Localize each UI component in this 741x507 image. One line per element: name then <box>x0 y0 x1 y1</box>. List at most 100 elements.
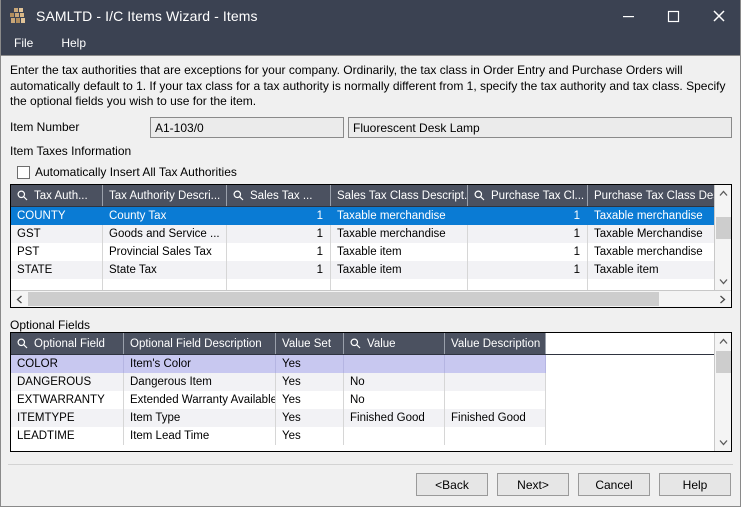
column-header-label: Value Set <box>282 337 332 350</box>
table-row[interactable]: PST Provincial Sales Tax 1 Taxable item … <box>11 243 731 261</box>
cancel-button[interactable]: Cancel <box>578 473 650 496</box>
cell-optional-field-description[interactable]: Item's Color <box>124 355 276 373</box>
cell-sales-tax-class[interactable]: 1 <box>227 207 331 225</box>
column-header-purchase-tax-class-description[interactable]: Purchase Tax Class Des... <box>588 185 715 206</box>
cell-value[interactable]: Finished Good <box>344 409 445 427</box>
tax-grid-vertical-scrollbar[interactable] <box>714 185 731 290</box>
cell-optional-field-description[interactable]: Extended Warranty Available <box>124 391 276 409</box>
table-row[interactable]: STATE State Tax 1 Taxable item 1 Taxable… <box>11 261 731 279</box>
cell-tax-authority-description[interactable]: Goods and Service ... <box>103 225 227 243</box>
table-row[interactable]: DANGEROUS Dangerous Item Yes No <box>11 373 731 391</box>
cell-tax-authority-description[interactable]: State Tax <box>103 261 227 279</box>
cell-value-description[interactable] <box>445 355 546 373</box>
tax-grid-horizontal-scrollbar[interactable] <box>11 290 731 307</box>
chevron-up-icon[interactable] <box>715 333 731 350</box>
cell-value[interactable]: No <box>344 373 445 391</box>
column-header-filler <box>546 333 716 354</box>
auto-insert-tax-authorities-row[interactable]: Automatically Insert All Tax Authorities <box>12 165 237 179</box>
chevron-down-icon[interactable] <box>715 273 731 290</box>
auto-insert-checkbox[interactable] <box>17 165 30 179</box>
cell-sales-tax-class[interactable]: 1 <box>227 261 331 279</box>
chevron-up-icon[interactable] <box>715 185 731 202</box>
column-header-optional-field-description[interactable]: Optional Field Description <box>124 333 276 354</box>
table-row[interactable]: EXTWARRANTY Extended Warranty Available … <box>11 391 731 409</box>
cell-sales-tax-class-description[interactable]: Taxable merchandise <box>331 225 468 243</box>
chevron-down-icon[interactable] <box>715 434 731 451</box>
cell-value-set[interactable]: Yes <box>276 355 344 373</box>
cell-sales-tax-class-description[interactable]: Taxable item <box>331 261 468 279</box>
column-header-optional-field[interactable]: Optional Field <box>11 333 124 354</box>
column-header-purchase-tax-class[interactable]: Purchase Tax Cl... <box>468 185 588 206</box>
back-button[interactable]: <Back <box>416 473 488 496</box>
menu-file[interactable]: File <box>12 34 45 53</box>
table-row[interactable]: COUNTY County Tax 1 Taxable merchandise … <box>11 207 731 225</box>
cell-value-set[interactable]: Yes <box>276 409 344 427</box>
cell-purchase-tax-class-description[interactable]: Taxable merchandise <box>588 243 715 261</box>
table-row[interactable]: GST Goods and Service ... 1 Taxable merc… <box>11 225 731 243</box>
column-header-sales-tax-class-description[interactable]: Sales Tax Class Descript... <box>331 185 468 206</box>
cell-purchase-tax-class-description[interactable]: Taxable item <box>588 261 715 279</box>
cell-purchase-tax-class[interactable]: 1 <box>468 243 588 261</box>
cell-tax-authority-description[interactable]: Provincial Sales Tax <box>103 243 227 261</box>
cell-purchase-tax-class[interactable]: 1 <box>468 225 588 243</box>
cell-value-set[interactable]: Yes <box>276 427 344 445</box>
cell-value-description[interactable] <box>445 391 546 409</box>
column-header-value-set[interactable]: Value Set <box>276 333 344 354</box>
cell-value[interactable] <box>344 427 445 445</box>
cell-tax-authority[interactable]: COUNTY <box>11 207 103 225</box>
cell-value-description[interactable]: Finished Good <box>445 409 546 427</box>
search-icon <box>350 338 361 349</box>
item-description-field[interactable]: Fluorescent Desk Lamp <box>348 117 732 138</box>
chevron-left-icon[interactable] <box>11 291 28 307</box>
cell-purchase-tax-class[interactable]: 1 <box>468 261 588 279</box>
cell-optional-field-description[interactable]: Dangerous Item <box>124 373 276 391</box>
cell-tax-authority[interactable]: GST <box>11 225 103 243</box>
chevron-right-icon[interactable] <box>714 291 731 307</box>
cell-purchase-tax-class[interactable]: 1 <box>468 207 588 225</box>
cell-optional-field[interactable]: ITEMTYPE <box>11 409 124 427</box>
cell-value-set[interactable]: Yes <box>276 373 344 391</box>
tax-grid-scroll-thumb[interactable] <box>716 217 731 239</box>
minimize-button[interactable] <box>606 0 651 32</box>
cell-tax-authority[interactable]: STATE <box>11 261 103 279</box>
column-header-tax-authority-description[interactable]: Tax Authority Descri... <box>103 185 227 206</box>
cell-sales-tax-class[interactable]: 1 <box>227 225 331 243</box>
cell-value-set[interactable]: Yes <box>276 391 344 409</box>
table-row[interactable]: LEADTIME Item Lead Time Yes <box>11 427 731 445</box>
maximize-button[interactable] <box>651 0 696 32</box>
cell-optional-field[interactable]: EXTWARRANTY <box>11 391 124 409</box>
close-button[interactable] <box>696 0 741 32</box>
cell-sales-tax-class-description[interactable]: Taxable merchandise <box>331 207 468 225</box>
cell-tax-authority-description[interactable]: County Tax <box>103 207 227 225</box>
tax-authorities-grid[interactable]: Tax Auth... Tax Authority Descri... Sale… <box>10 184 732 308</box>
cell-value-description[interactable] <box>445 373 546 391</box>
cell-purchase-tax-class-description[interactable]: Taxable Merchandise <box>588 225 715 243</box>
menu-help[interactable]: Help <box>59 34 98 53</box>
next-button[interactable]: Next> <box>497 473 569 496</box>
column-header-tax-authority[interactable]: Tax Auth... <box>11 185 103 206</box>
cell-sales-tax-class[interactable]: 1 <box>227 243 331 261</box>
cell-sales-tax-class-description[interactable]: Taxable item <box>331 243 468 261</box>
cell-optional-field-description[interactable]: Item Type <box>124 409 276 427</box>
tax-grid-hscroll-track[interactable] <box>28 291 714 307</box>
cell-optional-field[interactable]: LEADTIME <box>11 427 124 445</box>
column-header-sales-tax-class[interactable]: Sales Tax ... <box>227 185 331 206</box>
cell-optional-field[interactable]: COLOR <box>11 355 124 373</box>
optional-fields-grid[interactable]: Optional Field Optional Field Descriptio… <box>10 332 732 452</box>
tax-grid-hscroll-thumb[interactable] <box>28 292 660 306</box>
cell-tax-authority[interactable]: PST <box>11 243 103 261</box>
column-header-value[interactable]: Value <box>344 333 445 354</box>
help-button[interactable]: Help <box>659 473 731 496</box>
cell-value-description[interactable] <box>445 427 546 445</box>
column-header-value-description[interactable]: Value Description <box>445 333 546 354</box>
table-row[interactable]: ITEMTYPE Item Type Yes Finished Good Fin… <box>11 409 731 427</box>
item-number-field[interactable]: A1-103/0 <box>150 117 344 138</box>
cell-optional-field-description[interactable]: Item Lead Time <box>124 427 276 445</box>
optional-grid-vertical-scrollbar[interactable] <box>714 333 731 451</box>
cell-value[interactable]: No <box>344 391 445 409</box>
cell-optional-field[interactable]: DANGEROUS <box>11 373 124 391</box>
cell-value[interactable] <box>344 355 445 373</box>
table-row[interactable]: COLOR Item's Color Yes <box>11 355 731 373</box>
optional-grid-scroll-thumb[interactable] <box>716 351 731 373</box>
cell-purchase-tax-class-description[interactable]: Taxable merchandise <box>588 207 715 225</box>
